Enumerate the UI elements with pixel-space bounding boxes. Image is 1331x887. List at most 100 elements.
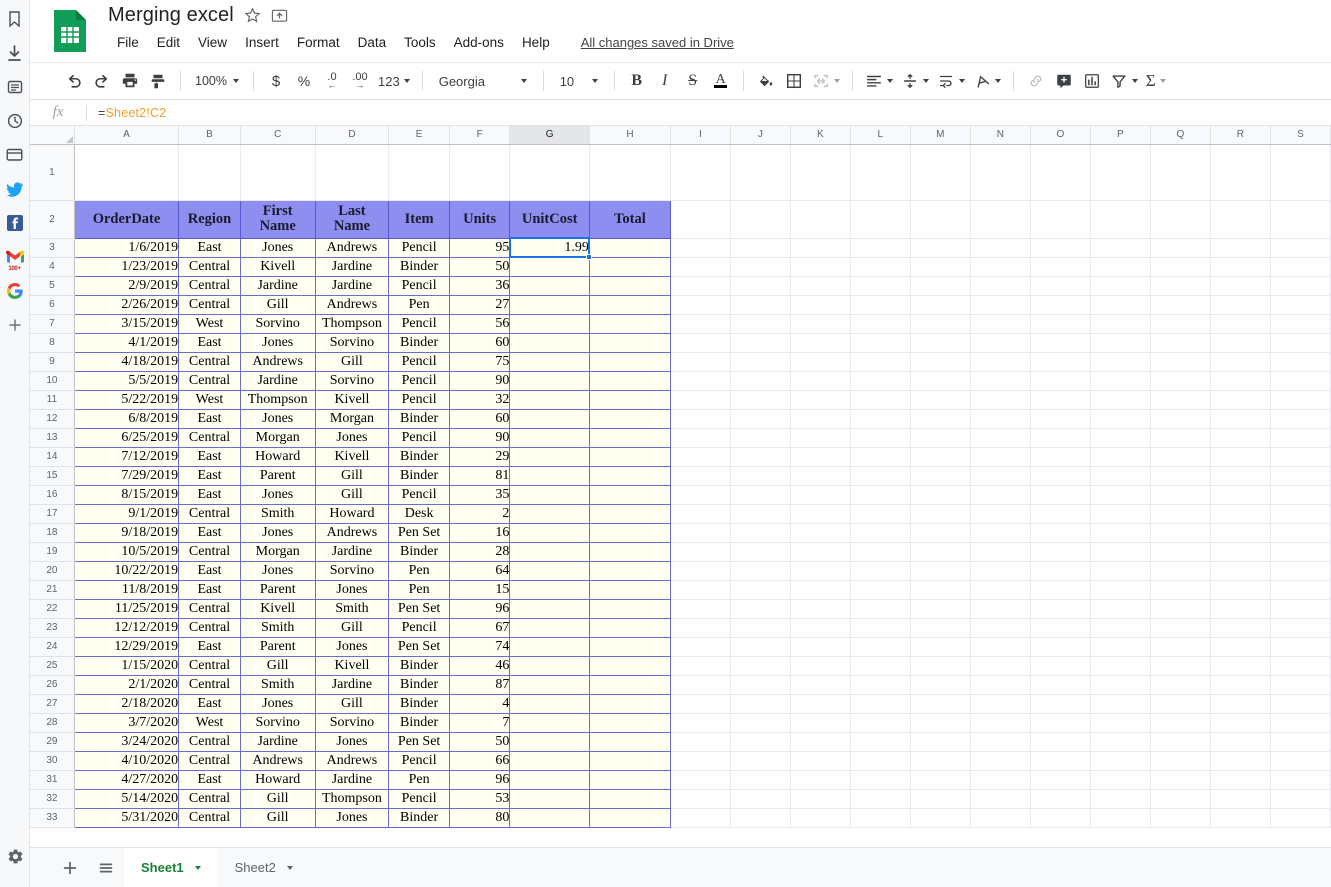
- column-header-q[interactable]: Q: [1150, 126, 1211, 145]
- table-data-cell[interactable]: 64: [448, 560, 511, 581]
- row-header-20[interactable]: 20: [30, 561, 75, 581]
- table-data-cell[interactable]: Pen Set: [388, 636, 450, 657]
- empty-cell[interactable]: [730, 257, 791, 277]
- empty-cell[interactable]: [1090, 808, 1151, 828]
- table-data-cell[interactable]: Kivell: [239, 598, 316, 619]
- table-data-cell[interactable]: 9/1/2019: [73, 503, 180, 524]
- empty-cell[interactable]: [1090, 789, 1151, 809]
- empty-cell[interactable]: [1090, 523, 1151, 543]
- empty-cell[interactable]: [790, 732, 851, 752]
- table-data-cell[interactable]: [509, 351, 590, 372]
- empty-cell[interactable]: [910, 713, 971, 733]
- row-header-8[interactable]: 8: [30, 333, 75, 353]
- menu-tools[interactable]: Tools: [395, 33, 445, 52]
- empty-cell[interactable]: [1030, 371, 1091, 391]
- table-data-cell[interactable]: [588, 750, 671, 771]
- table-data-cell[interactable]: 2/18/2020: [73, 693, 180, 714]
- empty-cell[interactable]: [1270, 827, 1331, 828]
- table-data-cell[interactable]: 2/26/2019: [73, 294, 180, 315]
- empty-cell[interactable]: [1210, 770, 1271, 790]
- empty-cell[interactable]: [670, 200, 731, 239]
- facebook-icon[interactable]: [3, 210, 27, 236]
- table-data-cell[interactable]: East: [178, 579, 241, 600]
- table-data-cell[interactable]: Binder: [388, 712, 450, 733]
- table-data-cell[interactable]: [509, 389, 590, 410]
- empty-cell[interactable]: [730, 751, 791, 771]
- empty-cell[interactable]: [1150, 238, 1211, 258]
- empty-cell[interactable]: [1270, 314, 1331, 334]
- empty-cell[interactable]: [730, 732, 791, 752]
- menu-view[interactable]: View: [189, 33, 236, 52]
- empty-cell[interactable]: [910, 466, 971, 486]
- table-data-cell[interactable]: Central: [178, 655, 241, 676]
- table-data-cell[interactable]: [588, 275, 671, 296]
- empty-cell[interactable]: [1150, 637, 1211, 657]
- empty-cell[interactable]: [850, 144, 911, 201]
- empty-cell[interactable]: [1150, 599, 1211, 619]
- column-header-m[interactable]: M: [910, 126, 971, 145]
- table-data-cell[interactable]: Pencil: [388, 370, 450, 391]
- table-data-cell[interactable]: 2/9/2019: [73, 275, 180, 296]
- empty-cell[interactable]: [1090, 200, 1151, 239]
- empty-cell[interactable]: [670, 504, 731, 524]
- paint-format-icon[interactable]: [144, 67, 172, 95]
- empty-cell[interactable]: [850, 504, 911, 524]
- empty-cell[interactable]: [970, 770, 1031, 790]
- column-header-h[interactable]: H: [589, 126, 671, 145]
- empty-cell[interactable]: [1030, 751, 1091, 771]
- empty-cell[interactable]: [670, 352, 731, 372]
- table-data-cell[interactable]: [509, 769, 590, 790]
- empty-cell[interactable]: [1030, 238, 1091, 258]
- comment-icon[interactable]: [1050, 67, 1078, 95]
- table-data-cell[interactable]: [588, 446, 671, 467]
- empty-cell[interactable]: [1210, 732, 1271, 752]
- row-header-28[interactable]: 28: [30, 713, 75, 733]
- empty-cell[interactable]: [970, 276, 1031, 296]
- table-data-cell[interactable]: Kivell: [314, 655, 390, 676]
- empty-cell[interactable]: [1030, 390, 1091, 410]
- empty-cell[interactable]: [910, 447, 971, 467]
- empty-cell[interactable]: [1270, 637, 1331, 657]
- empty-cell[interactable]: [670, 618, 731, 638]
- table-data-cell[interactable]: Pencil: [388, 313, 450, 334]
- empty-cell[interactable]: [1030, 599, 1091, 619]
- empty-cell[interactable]: [910, 599, 971, 619]
- empty-cell[interactable]: [178, 144, 241, 201]
- table-data-cell[interactable]: Binder: [388, 655, 450, 676]
- table-data-cell[interactable]: [509, 579, 590, 600]
- twitter-icon[interactable]: [3, 176, 27, 202]
- empty-cell[interactable]: [730, 238, 791, 258]
- empty-cell[interactable]: [1210, 504, 1271, 524]
- table-data-cell[interactable]: [509, 256, 590, 277]
- row-header-3[interactable]: 3: [30, 238, 75, 258]
- table-data-cell[interactable]: [509, 598, 590, 619]
- table-data-cell[interactable]: [588, 351, 671, 372]
- empty-cell[interactable]: [1150, 371, 1211, 391]
- empty-cell[interactable]: [1150, 732, 1211, 752]
- menu-file[interactable]: File: [108, 33, 148, 52]
- empty-cell[interactable]: [1270, 276, 1331, 296]
- empty-cell[interactable]: [790, 618, 851, 638]
- empty-cell[interactable]: [850, 352, 911, 372]
- empty-cell[interactable]: [1150, 485, 1211, 505]
- empty-cell[interactable]: [790, 713, 851, 733]
- empty-cell[interactable]: [1150, 390, 1211, 410]
- empty-cell[interactable]: [1150, 276, 1211, 296]
- number-format-selector[interactable]: 123: [374, 67, 414, 95]
- empty-cell[interactable]: [1030, 580, 1091, 600]
- table-data-cell[interactable]: Pen: [388, 294, 450, 315]
- column-header-k[interactable]: K: [790, 126, 851, 145]
- table-data-cell[interactable]: Jardine: [239, 731, 316, 752]
- empty-cell[interactable]: [1150, 808, 1211, 828]
- empty-cell[interactable]: [1150, 523, 1211, 543]
- empty-cell[interactable]: [1090, 295, 1151, 315]
- empty-cell[interactable]: [1150, 675, 1211, 695]
- table-data-cell[interactable]: 10/22/2019: [73, 560, 180, 581]
- column-header-d[interactable]: D: [315, 126, 390, 145]
- empty-cell[interactable]: [1030, 333, 1091, 353]
- table-data-cell[interactable]: Morgan: [239, 427, 316, 448]
- table-data-cell[interactable]: 7: [448, 712, 511, 733]
- empty-cell[interactable]: [1270, 523, 1331, 543]
- empty-cell[interactable]: [970, 675, 1031, 695]
- row-header-21[interactable]: 21: [30, 580, 75, 600]
